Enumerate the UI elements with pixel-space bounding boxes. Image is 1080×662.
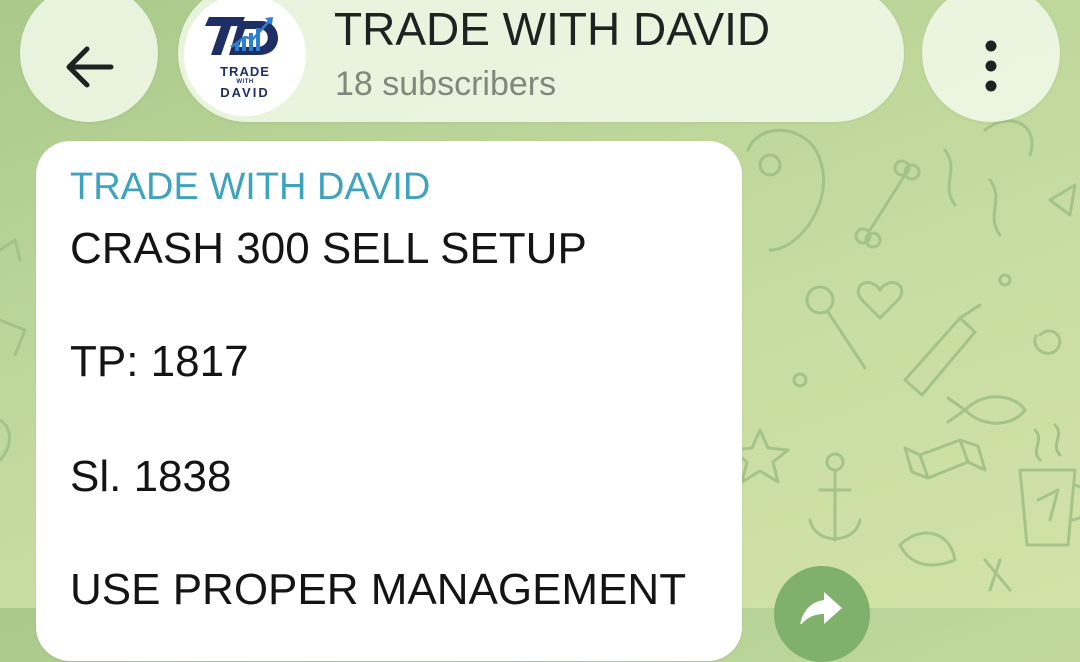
channel-header[interactable]: TRADE WITH DAVID TRADE WITH DAVID 18 sub… [178, 0, 904, 122]
message-line: Sl. 1838 [70, 452, 232, 501]
more-options-button[interactable] [922, 0, 1060, 122]
channel-title: TRADE WITH DAVID [334, 3, 771, 55]
back-button[interactable] [20, 0, 158, 122]
forward-button[interactable] [774, 566, 870, 662]
forward-arrow-icon [798, 566, 846, 629]
arrow-left-icon [61, 42, 117, 97]
more-vertical-icon [981, 38, 1001, 99]
trade-with-david-logo [205, 17, 278, 55]
channel-avatar[interactable]: TRADE WITH DAVID [184, 0, 306, 116]
subscriber-count: 18 subscribers [335, 65, 557, 103]
message-line: TP: 1817 [70, 337, 249, 386]
message-bubble[interactable]: TRADE WITH DAVID CRASH 300 SELL SETUP TP… [36, 141, 742, 661]
logo-text-trade: TRADE [220, 64, 270, 79]
message-line: CRASH 300 SELL SETUP [70, 224, 587, 273]
logo-text-david: DAVID [220, 85, 270, 100]
message-sender-name[interactable]: TRADE WITH DAVID [70, 166, 430, 209]
